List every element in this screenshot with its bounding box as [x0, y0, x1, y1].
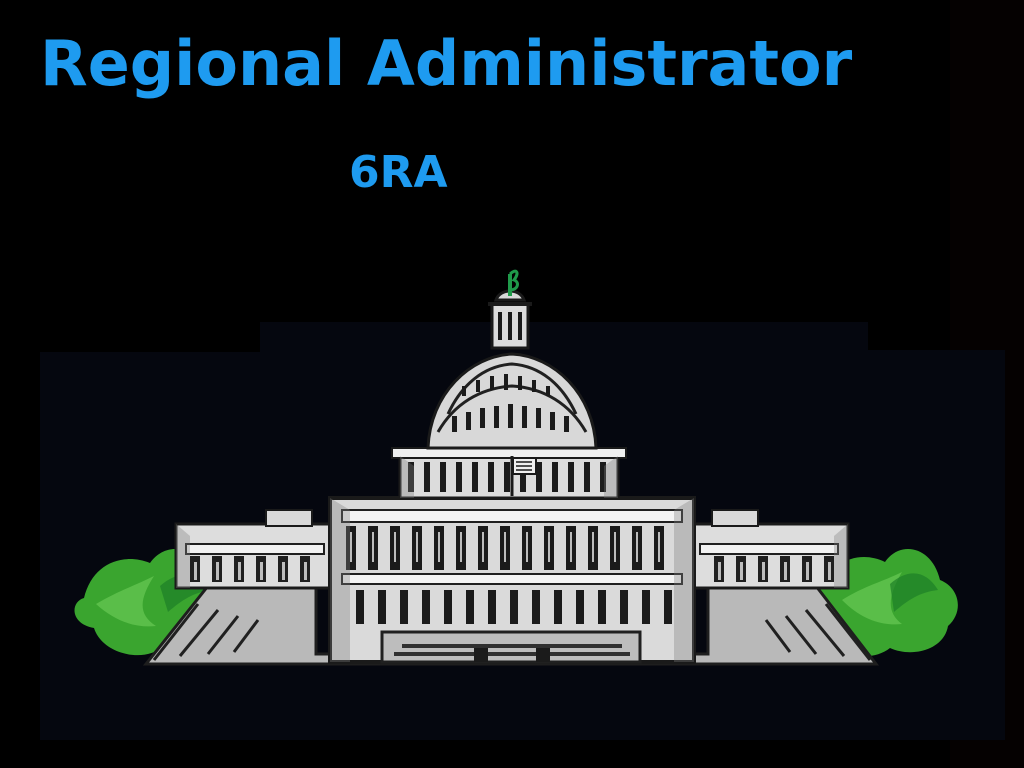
central-building: [328, 496, 696, 664]
slide: Regional Administrator 6RA: [0, 0, 1024, 768]
capitol-building-icon: [40, 269, 1005, 740]
